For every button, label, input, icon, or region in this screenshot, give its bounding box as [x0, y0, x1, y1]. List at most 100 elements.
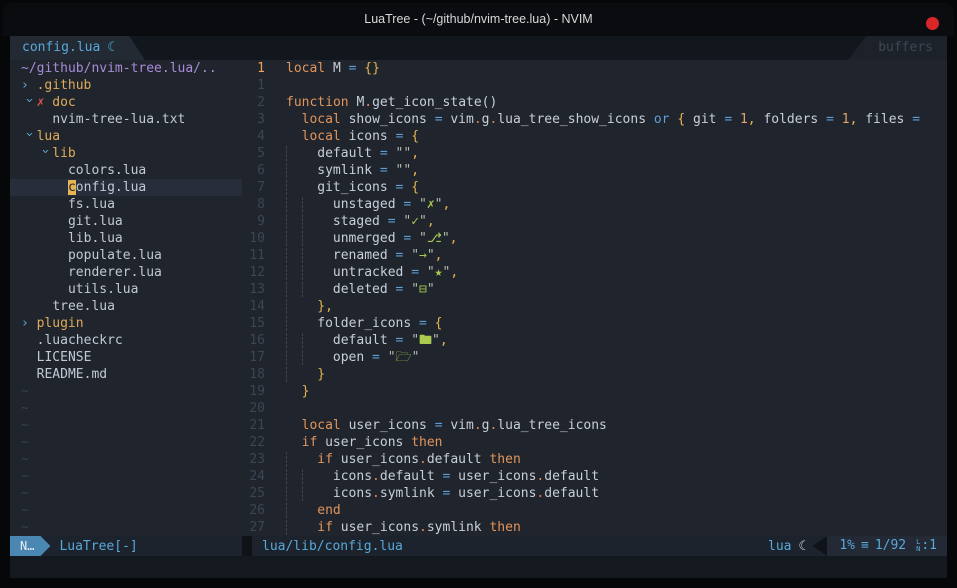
token-pn: ,	[440, 333, 448, 348]
token-pl: M	[349, 95, 365, 110]
tree-item-LICENSE[interactable]: LICENSE	[10, 349, 242, 366]
token-qt: "	[427, 282, 435, 297]
token-pl: unmerged	[333, 231, 403, 246]
code-line: 12untracked = "★",	[242, 264, 947, 281]
token-br: }	[302, 384, 310, 399]
code-line: 27if user_icons.symlink then	[242, 519, 947, 536]
file-name: LICENSE	[37, 350, 92, 365]
tree-item-lib.lua[interactable]: lib.lua	[10, 230, 242, 247]
tree-item-.github[interactable]: ›.github	[10, 77, 242, 94]
tree-item-populate.lua[interactable]: populate.lua	[10, 247, 242, 264]
indent-guide	[302, 231, 303, 246]
tree-item-lua[interactable]: ›lua	[10, 128, 242, 145]
tab-config-lua[interactable]: config.lua☾	[10, 36, 145, 60]
indent-guide	[286, 180, 287, 195]
empty-line-marker: ~	[10, 502, 242, 519]
line-number: 10	[242, 230, 265, 247]
statusline-tree: N… LuaTree[-]	[10, 536, 242, 556]
line-number: 12	[242, 264, 265, 281]
code-text: if user_icons.symlink then	[286, 519, 521, 536]
code-line-content: if user_icons.default then	[286, 451, 521, 468]
token-kw: function	[286, 95, 349, 110]
tree-item-nvim-tree-lua.txt[interactable]: nvim-tree-lua.txt	[10, 111, 242, 128]
line-number: 14	[242, 298, 265, 315]
code-line-content: open = "🗁"	[286, 349, 419, 366]
tree-item-renderer.lua[interactable]: renderer.lua	[10, 264, 242, 281]
token-dot: .	[372, 486, 380, 501]
line-number: 4	[242, 128, 265, 145]
buffers-label[interactable]: buffers	[848, 36, 947, 60]
file-name: .luacheckrc	[37, 333, 123, 348]
indent-guide	[302, 469, 303, 484]
lua-icon: ☾	[799, 539, 807, 554]
code-line: 7git_icons = {	[242, 179, 947, 196]
line-number: 18	[242, 366, 265, 383]
indent-guide	[286, 316, 287, 331]
lines-icon: ≡	[861, 536, 869, 556]
indent-guide	[302, 248, 303, 263]
token-pl: user_icons	[450, 469, 536, 484]
tree-item-fs.lua[interactable]: fs.lua	[10, 196, 242, 213]
indent-guide	[286, 469, 287, 484]
line-number: 8	[242, 196, 265, 213]
indent-guide	[286, 333, 287, 348]
token-pl: user_icons	[333, 520, 419, 535]
token-kw: if	[317, 520, 333, 535]
tree-item-config.lua[interactable]: config.lua	[10, 179, 242, 196]
code-editor[interactable]: 1local M = {}12function M.get_icon_state…	[242, 60, 947, 536]
token-op: =	[403, 197, 411, 212]
token-qt: "	[411, 333, 419, 348]
tree-item-colors.lua[interactable]: colors.lua	[10, 162, 242, 179]
tree-item-doc[interactable]: ›✗ doc	[10, 94, 242, 111]
code-text: },	[286, 298, 333, 315]
token-pl	[411, 231, 419, 246]
code-line: 22if user_icons then	[242, 434, 947, 451]
tree-item-lib[interactable]: ›lib	[10, 145, 242, 162]
tree-item-README.md[interactable]: README.md	[10, 366, 242, 383]
token-op: =	[419, 316, 427, 331]
token-pl: renamed	[333, 248, 396, 263]
line-number: 3	[242, 111, 265, 128]
token-pn: ,	[443, 197, 451, 212]
titlebar[interactable]: LuaTree - (~/github/nvim-tree.lua) - NVI…	[3, 3, 954, 36]
chevron-down-icon: ›	[36, 147, 53, 163]
token-ic: ✗	[427, 197, 435, 212]
code-line-content: git_icons = {	[286, 179, 419, 196]
line-number: 16	[242, 332, 265, 349]
folder-name: lua	[37, 129, 60, 144]
line-number: 22	[242, 434, 265, 451]
code-line: 2function M.get_icon_state()	[242, 94, 947, 111]
token-pn: ,	[325, 299, 333, 314]
token-ic: ✓	[411, 214, 419, 229]
tabline: config.lua☾ buffers	[10, 36, 947, 60]
code-text: unstaged = "✗",	[286, 196, 450, 213]
token-pl: files	[857, 112, 912, 127]
code-line: 21 local user_icons = vim.g.lua_tree_icon…	[242, 417, 947, 434]
indent-guide	[302, 265, 303, 280]
tree-item-utils.lua[interactable]: utils.lua	[10, 281, 242, 298]
code-text: renamed = "→",	[286, 247, 443, 264]
token-pl: symlink	[427, 520, 490, 535]
tree-item-tree.lua[interactable]: tree.lua	[10, 298, 242, 315]
token-pl: git	[685, 112, 724, 127]
code-text: local M = {}	[286, 60, 380, 77]
code-line-content: renamed = "→",	[286, 247, 443, 264]
close-button[interactable]	[926, 17, 939, 30]
tree-item-plugin[interactable]: ›plugin	[10, 315, 242, 332]
line-number-icon: LN	[916, 539, 920, 553]
file-tree[interactable]: ~/github/nvim-tree.lua/..›.github›✗ doc …	[10, 60, 242, 536]
token-br: {	[677, 112, 685, 127]
tree-item-git.lua[interactable]: git.lua	[10, 213, 242, 230]
line-number: 20	[242, 400, 265, 417]
code-line: 4local icons = {	[242, 128, 947, 145]
token-op: =	[826, 112, 834, 127]
statusline: N… LuaTree[-] lua/lib/config.lua lua☾ 1%…	[10, 536, 947, 556]
chevron-left-icon	[812, 536, 827, 556]
tree-item-.luacheckrc[interactable]: .luacheckrc	[10, 332, 242, 349]
code-line-content: local user_icons = vim.g.lua_tree_icons	[286, 417, 607, 434]
line-number: 11	[242, 247, 265, 264]
line-position: 1/92	[875, 536, 906, 556]
command-line[interactable]	[10, 556, 947, 578]
code-line-content: local show_icons = vim.g.lua_tree_show_i…	[286, 111, 920, 128]
line-number: 21	[242, 417, 265, 434]
